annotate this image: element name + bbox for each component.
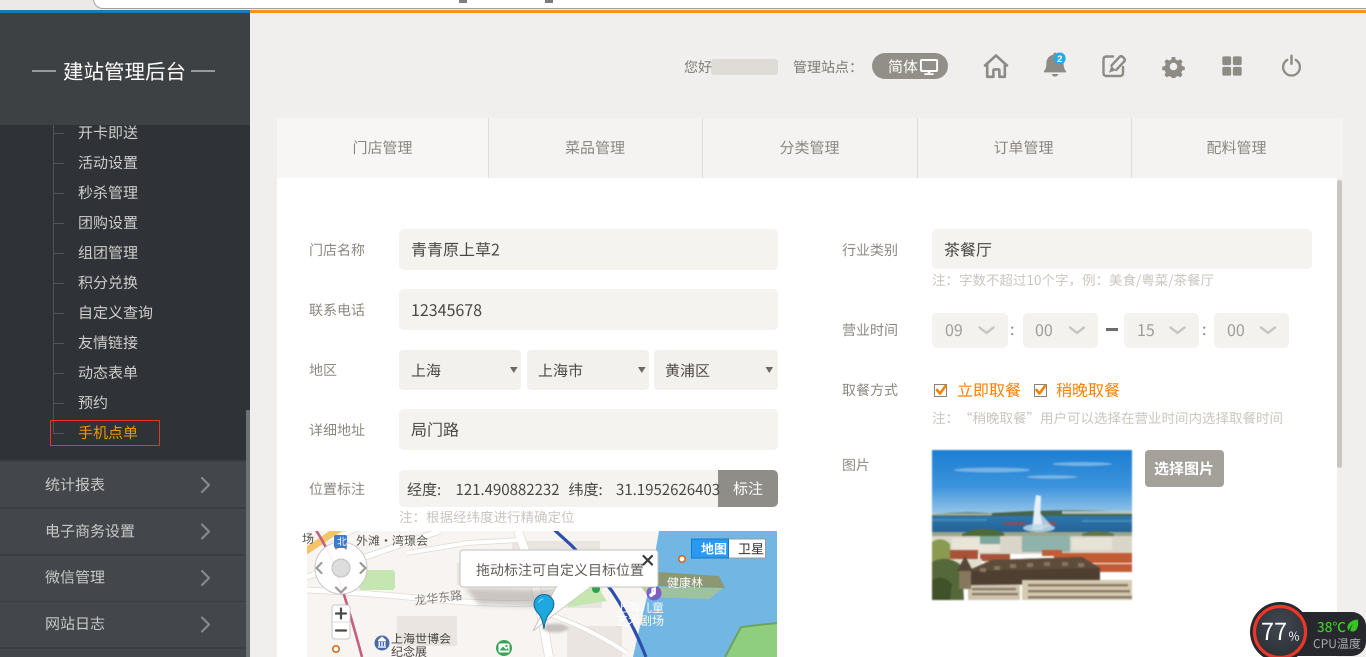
svg-text:2: 2: [1057, 54, 1062, 65]
